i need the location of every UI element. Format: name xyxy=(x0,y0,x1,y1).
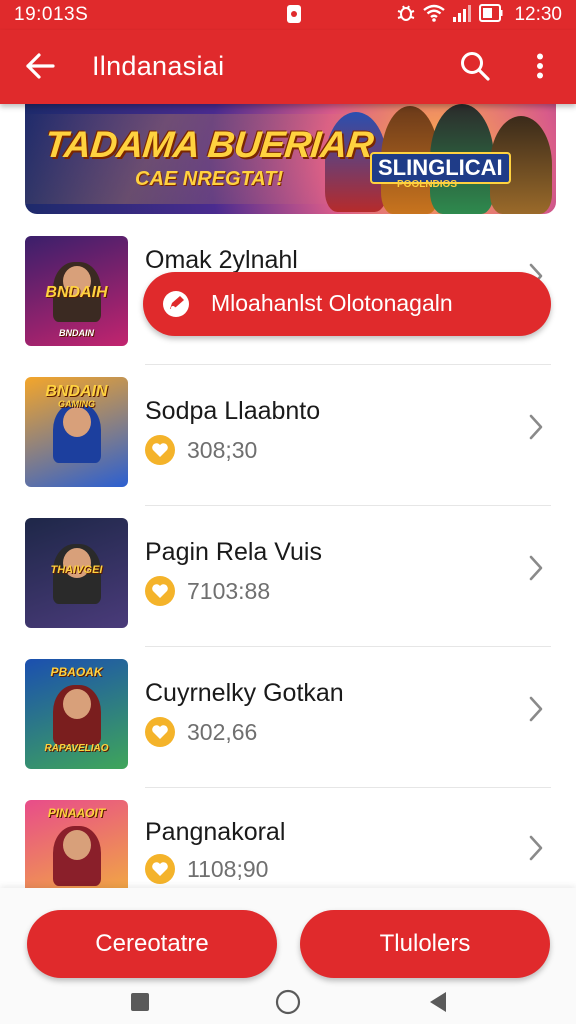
item-thumbnail: THAIVGEI xyxy=(25,518,128,628)
banner-subline: CAE NREGTAT! xyxy=(135,168,284,190)
status-time-left: 19:013S xyxy=(14,4,89,25)
circle-icon xyxy=(275,989,301,1020)
toast-text: Mloahanlst Olotonagaln xyxy=(211,290,453,316)
item-title: Sodpa Llaabnto xyxy=(145,397,321,425)
banner-headline: TADAMA BUERIAR xyxy=(42,124,376,165)
more-vertical-icon xyxy=(536,53,544,84)
chevron-right-icon xyxy=(524,550,548,586)
recents-button[interactable] xyxy=(120,984,160,1024)
heart-coin-icon xyxy=(145,854,175,884)
status-icons: 12:30 xyxy=(396,3,562,27)
item-title: Pangnakoral xyxy=(145,818,286,846)
thumb-caption: THAIVGEI xyxy=(50,564,103,576)
heart-coin-icon xyxy=(145,717,175,747)
item-value: 7103:88 xyxy=(187,577,271,604)
item-value-row: 1108;90 xyxy=(145,854,268,884)
arrow-left-icon xyxy=(24,52,56,85)
thumb-label: PBAOAK xyxy=(50,665,103,679)
pen-badge-icon xyxy=(161,289,191,319)
item-value-row: 308;30 xyxy=(145,435,257,465)
triangle-back-icon xyxy=(428,991,448,1018)
item-thumbnail: PBAOAK RAPAVELIAO xyxy=(25,659,128,769)
search-button[interactable] xyxy=(454,47,496,89)
chevron-right-icon xyxy=(524,691,548,727)
list-item[interactable]: BNDAIN GAMING Sodpa Llaabnto 308;30 xyxy=(0,365,576,506)
search-icon xyxy=(459,50,491,87)
item-title: Omak 2ylnahl xyxy=(145,246,298,274)
item-value: 308;30 xyxy=(187,436,258,463)
banner-logo-sub: POOLNDIOS xyxy=(397,179,458,190)
chevron-right-icon xyxy=(524,830,548,866)
app-bar: Ilndanasiai xyxy=(0,30,576,104)
notification-icon xyxy=(285,4,303,24)
promo-banner[interactable]: TADAMA BUERIAR CAE NREGTAT! SLINGLICAI P… xyxy=(25,104,556,214)
item-title: Cuyrnelky Gotkan xyxy=(145,679,344,707)
item-value: 1108;90 xyxy=(187,855,269,882)
page-title: Ilndanasiai xyxy=(92,51,225,81)
item-value-row: 302,66 xyxy=(145,717,257,747)
thumb-caption: RAPAVELIAO xyxy=(44,743,109,754)
heart-coin-icon xyxy=(145,576,175,606)
item-thumbnail: BNDAIN GAMING xyxy=(25,377,128,487)
back-nav-button[interactable] xyxy=(418,984,458,1024)
item-thumbnail: BNDAIH BNDAIN xyxy=(25,236,128,346)
thumb-label: BNDAIH xyxy=(45,284,108,301)
wifi-icon xyxy=(423,4,446,27)
back-button[interactable] xyxy=(20,48,60,88)
bottom-bar: Cereotatre Tlulolers xyxy=(0,888,576,1024)
item-value-row: 7103:88 xyxy=(145,576,270,606)
toast-message[interactable]: Mloahanlst Olotonagaln xyxy=(143,272,551,336)
more-options-button[interactable] xyxy=(522,47,558,89)
tutorials-button[interactable]: Tlulolers xyxy=(300,910,550,978)
heart-coin-icon xyxy=(145,435,175,465)
chevron-right-icon xyxy=(524,409,548,445)
status-time-right: 12:30 xyxy=(514,4,562,25)
item-title: Pagin Rela Vuis xyxy=(145,538,322,566)
item-value: 302,66 xyxy=(187,718,258,745)
square-icon xyxy=(130,992,150,1017)
thumb-label: PINAAOIT xyxy=(47,806,106,820)
list-item[interactable]: PBAOAK RAPAVELIAO Cuyrnelky Gotkan 302,6… xyxy=(0,647,576,788)
thumb-caption: BNDAIN xyxy=(59,328,94,338)
battery-icon xyxy=(479,3,503,28)
thumb-caption: GAMING xyxy=(58,399,95,409)
create-button[interactable]: Cereotatre xyxy=(27,910,277,978)
system-nav-bar xyxy=(0,984,576,1024)
bug-icon xyxy=(396,3,416,28)
home-button[interactable] xyxy=(268,984,308,1024)
status-bar: 19:013S 12:30 xyxy=(0,0,576,30)
signal-icon xyxy=(452,4,472,27)
list-item[interactable]: THAIVGEI Pagin Rela Vuis 7103:88 xyxy=(0,506,576,647)
